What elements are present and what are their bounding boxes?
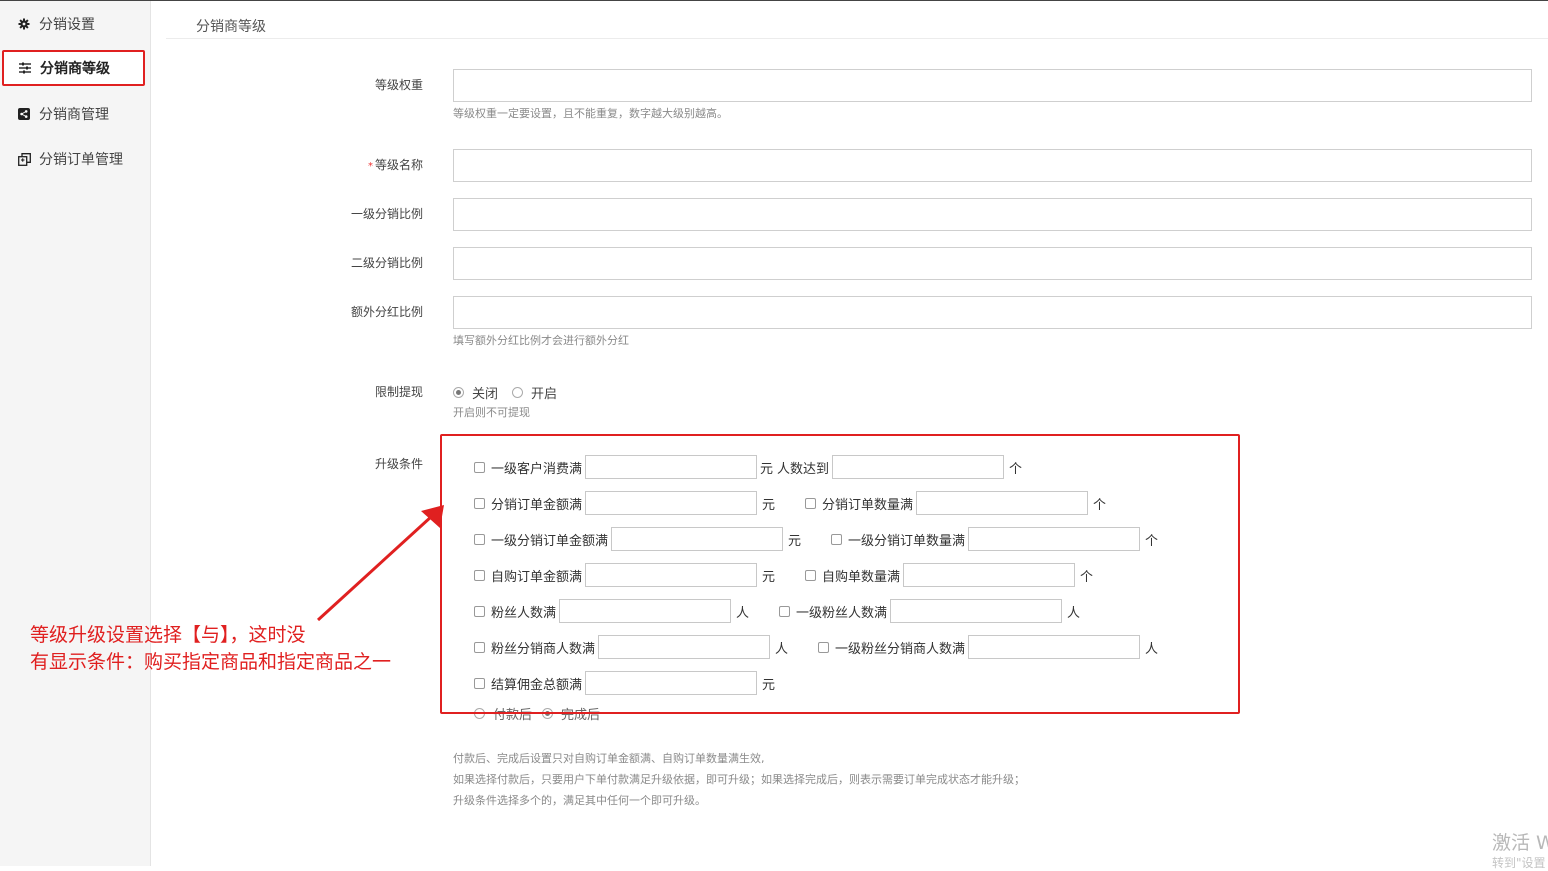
activation-watermark: 激活 W [1492, 832, 1548, 854]
annotation-line: 有显示条件：购买指定商品和指定商品之一 [30, 651, 392, 673]
annotation-arrow [316, 505, 444, 622]
activation-watermark-sub: 转到"设置 [1492, 856, 1546, 870]
annotation-text: 等级升级设置选择【与】，这时没 有显示条件：购买指定商品和指定商品之一 [30, 622, 391, 676]
annotation-line: 等级升级设置选择【与】，这时没 [30, 624, 306, 646]
